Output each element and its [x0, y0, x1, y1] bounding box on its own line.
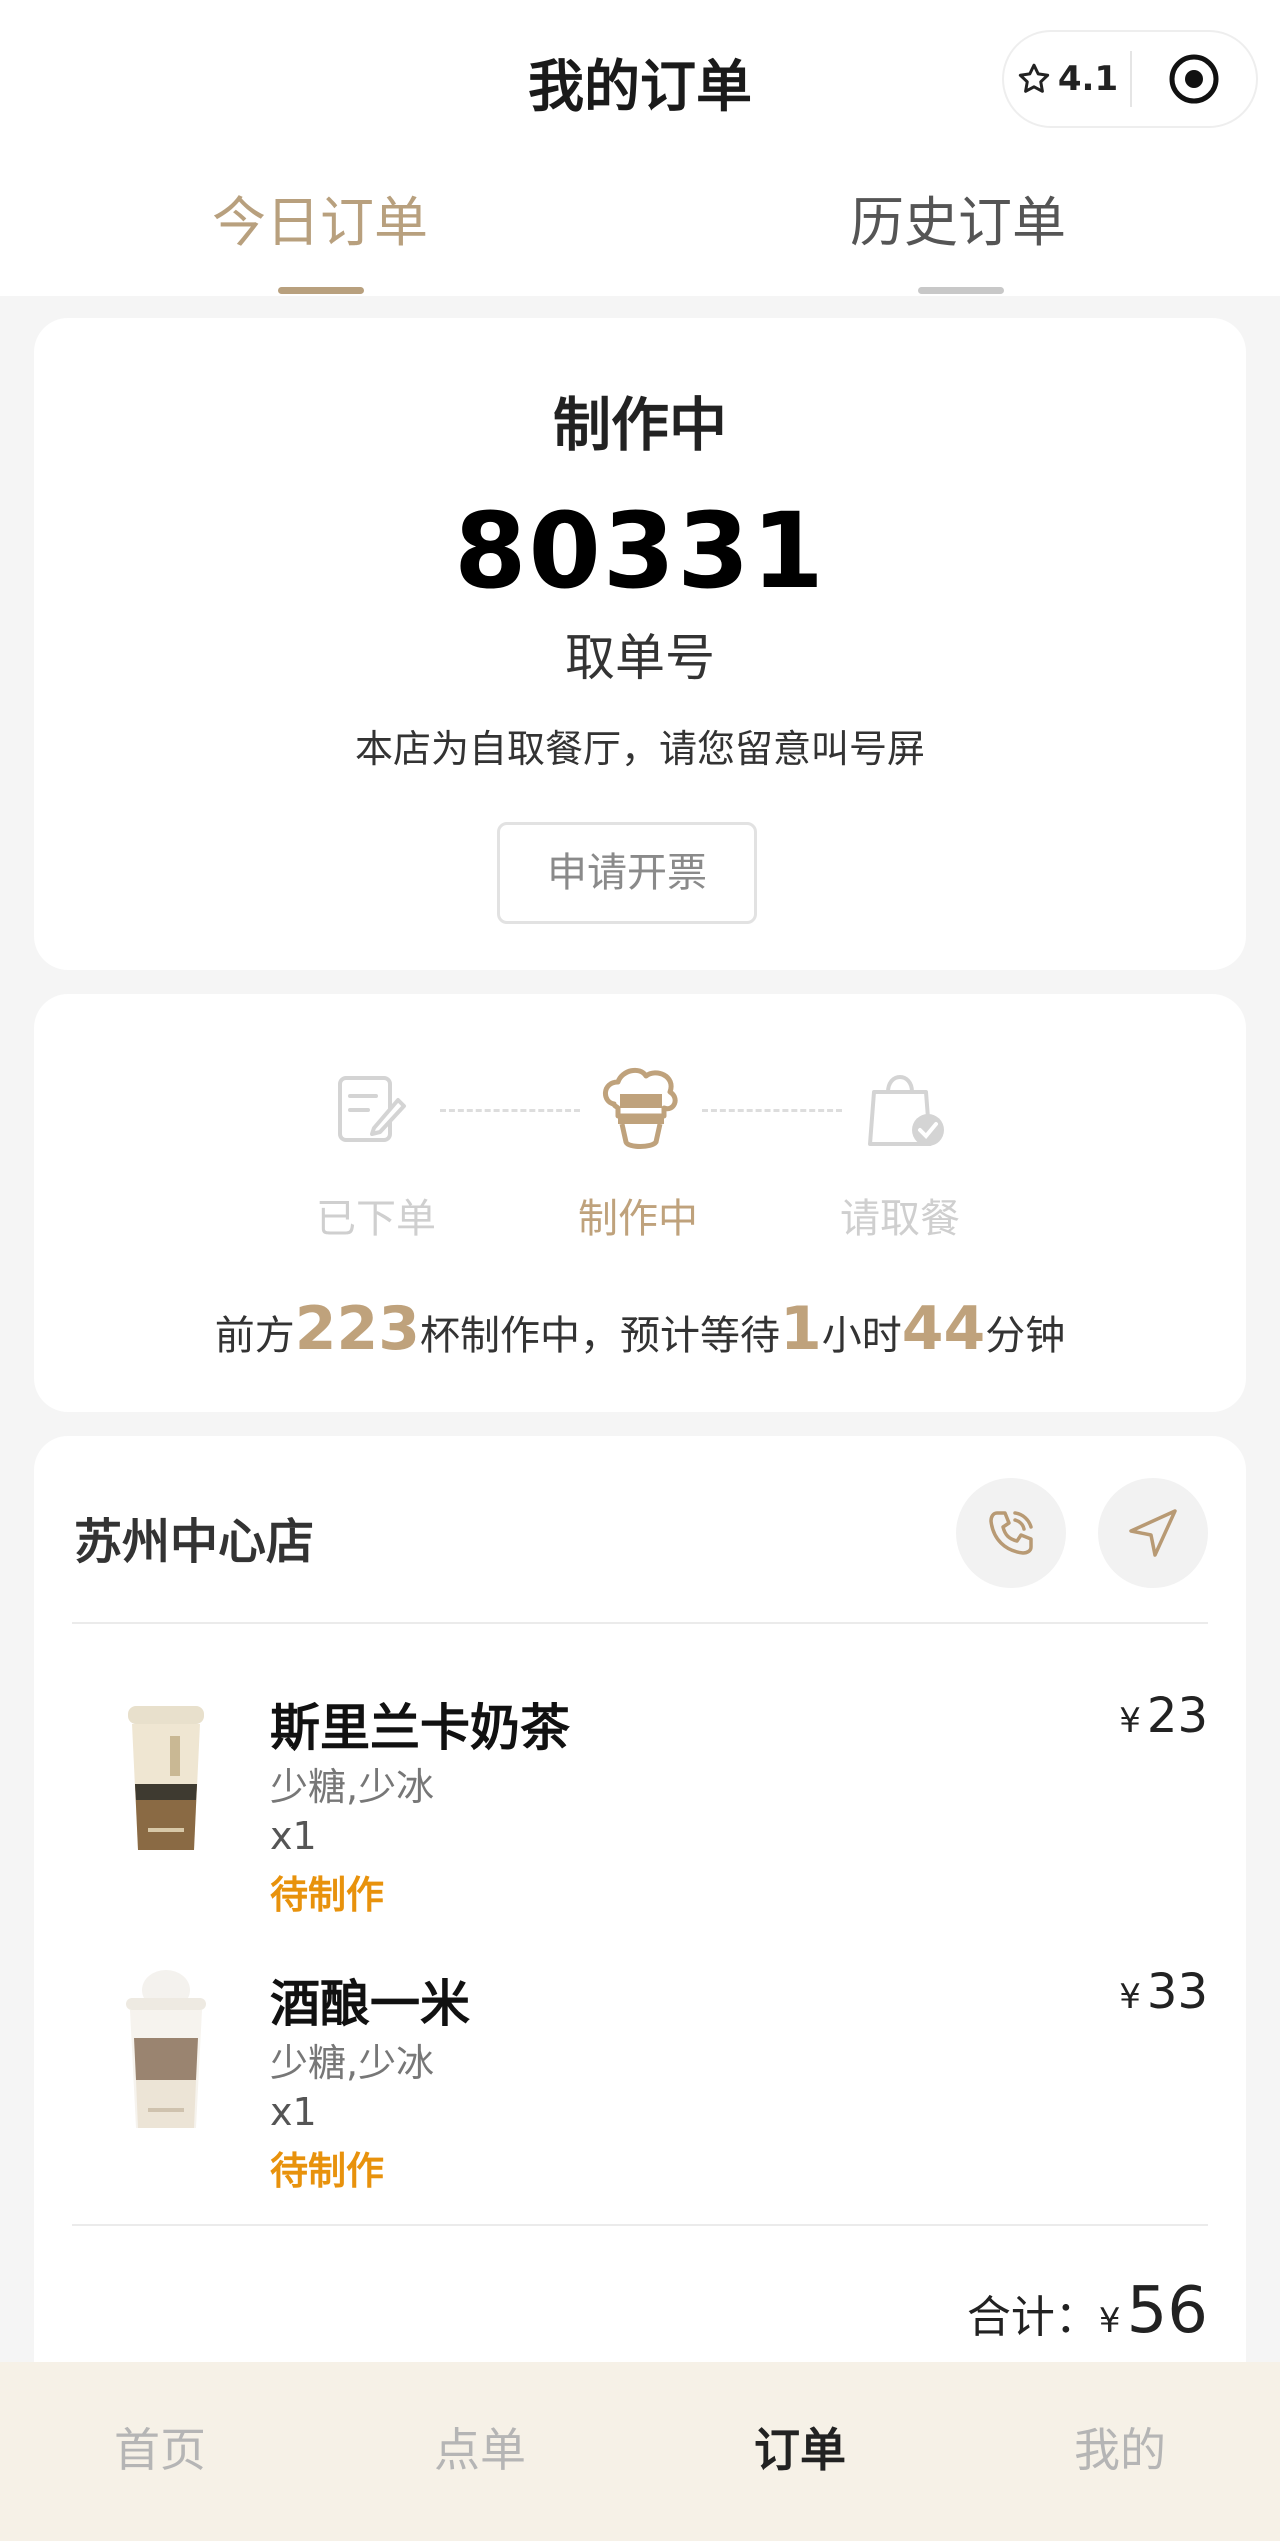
item-quantity: x1	[270, 2090, 317, 2134]
step-ordered-label: 已下单	[316, 1196, 436, 1242]
navigation-arrow-icon	[1129, 1509, 1177, 1557]
tabbar-orders[interactable]: 订单	[700, 2414, 900, 2480]
item-spec: 少糖,少冰	[270, 2041, 435, 2085]
target-icon	[1169, 54, 1219, 104]
header-area: 我的订单 4.1 今日订单 历史订单	[0, 0, 1280, 296]
pickup-notice: 本店为自取餐厅，请您留意叫号屏	[354, 727, 925, 771]
rating-value: 4.1	[1057, 59, 1119, 99]
shopping-bag-check-icon	[868, 1075, 944, 1146]
total-currency: ¥	[1098, 2301, 1121, 2341]
rice-wine-drink-image	[126, 1970, 206, 2128]
rating-button[interactable]: 4.1	[1004, 59, 1130, 99]
step-pickup-label: 请取餐	[840, 1196, 960, 1242]
tab-history-orders[interactable]: 历史订单	[818, 178, 1098, 257]
pickup-number: 80331	[454, 490, 826, 612]
wait-hours: 1	[780, 1294, 822, 1364]
item-quantity: x1	[270, 1814, 317, 1858]
item-name: 斯里兰卡奶茶	[270, 1699, 570, 1757]
milk-tea-cup-image	[128, 1706, 204, 1850]
queue-prefix: 前方	[214, 1313, 295, 1359]
progress-connector-2	[702, 1109, 842, 1112]
phone-icon	[989, 1511, 1033, 1555]
queue-cups-count: 223	[294, 1294, 420, 1364]
bottom-tab-bar: 首页 点单 订单 我的	[0, 2362, 1280, 2541]
tabbar-order-menu[interactable]: 点单	[380, 2414, 580, 2480]
item-status: 待制作	[270, 1873, 385, 1917]
item-spec: 少糖,少冰	[270, 1765, 435, 1809]
item-status: 待制作	[270, 2149, 385, 2193]
order-total: 合计：¥56	[967, 2274, 1208, 2348]
order-progress-card: 已下单 制作中 请取餐 前方223杯制作中，预计等待1小时44分钟	[34, 994, 1246, 1412]
step-making-label: 制作中	[578, 1196, 698, 1242]
note-edit-icon	[338, 1076, 406, 1142]
navigate-store-button[interactable]	[1098, 1478, 1208, 1588]
queue-info: 前方223杯制作中，预计等待1小时44分钟	[34, 1294, 1246, 1364]
order-status-title: 制作中	[552, 391, 727, 459]
call-store-button[interactable]	[956, 1478, 1066, 1588]
progress-connector-1	[440, 1109, 580, 1112]
items-divider	[72, 2224, 1208, 2226]
store-name: 苏州中心店	[74, 1514, 315, 1570]
item-price: ¥23	[1119, 1688, 1208, 1744]
mini-program-capsule: 4.1	[1002, 30, 1258, 128]
tabbar-profile[interactable]: 我的	[1020, 2414, 1220, 2480]
tabbar-home[interactable]: 首页	[60, 2414, 260, 2480]
currency-symbol: ¥	[1119, 1977, 1141, 2017]
wait-minutes: 44	[901, 1294, 986, 1364]
inactive-tab-indicator	[918, 287, 1004, 294]
active-tab-indicator	[278, 287, 364, 294]
star-icon	[1018, 63, 1050, 93]
chef-hat-icon	[603, 1067, 678, 1149]
total-label: 合计：	[966, 2292, 1099, 2343]
close-mini-program-button[interactable]	[1132, 51, 1256, 107]
store-divider	[72, 1622, 1208, 1624]
queue-middle-text: 杯制作中，预计等待	[420, 1313, 780, 1359]
hours-unit: 小时	[821, 1313, 902, 1359]
item-name: 酒酿一米	[270, 1975, 470, 2033]
pickup-number-label: 取单号	[565, 629, 715, 687]
item-price: ¥33	[1119, 1964, 1208, 2020]
total-amount: 56	[1126, 2274, 1208, 2348]
minutes-unit: 分钟	[985, 1313, 1066, 1359]
tab-today-orders[interactable]: 今日订单	[180, 178, 460, 257]
currency-symbol: ¥	[1119, 1701, 1141, 1741]
order-status-card: 制作中 80331 取单号 本店为自取餐厅，请您留意叫号屏 申请开票	[34, 318, 1246, 970]
item-price-value: 33	[1146, 1964, 1208, 2020]
item-price-value: 23	[1146, 1688, 1208, 1744]
apply-invoice-button[interactable]: 申请开票	[497, 822, 757, 924]
